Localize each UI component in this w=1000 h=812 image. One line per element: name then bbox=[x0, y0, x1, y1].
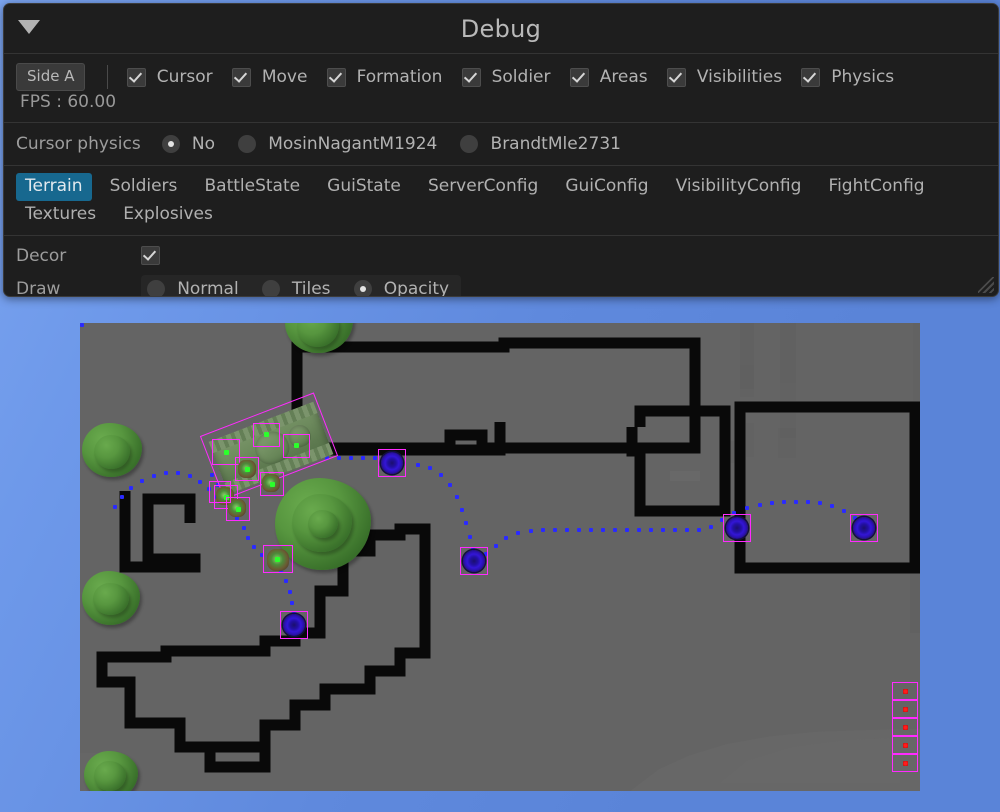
checkbox-move[interactable]: Move bbox=[231, 67, 308, 88]
explosive-dot bbox=[903, 743, 908, 748]
checkbox-soldier[interactable]: Soldier bbox=[461, 67, 551, 88]
tab-guistate[interactable]: GuiState bbox=[318, 173, 410, 201]
decor-checkbox[interactable] bbox=[141, 246, 161, 266]
tab-fightconfig[interactable]: FightConfig bbox=[820, 173, 934, 201]
waypoint-bounding-box bbox=[280, 611, 308, 639]
explosive-marker[interactable] bbox=[892, 736, 918, 754]
radio-dot-brandt[interactable] bbox=[460, 135, 479, 154]
soldier-bounding-box bbox=[209, 481, 231, 503]
radio-draw-normal[interactable]: Normal bbox=[147, 278, 239, 297]
radio-dot-opacity[interactable] bbox=[353, 279, 372, 296]
explosive-marker[interactable] bbox=[892, 682, 918, 700]
checkbox-formation-box[interactable] bbox=[326, 67, 346, 87]
checkbox-physics-box[interactable] bbox=[801, 67, 821, 87]
cursor-physics-row: Cursor physics No MosinNagantM1924 Brand… bbox=[4, 123, 998, 167]
radio-cursor-physics-mosin[interactable]: MosinNagantM1924 bbox=[238, 134, 438, 155]
waypoint-bounding-box bbox=[850, 514, 878, 542]
waypoint-bounding-box bbox=[723, 514, 751, 542]
explosive-marker[interactable] bbox=[892, 718, 918, 736]
radio-label-tiles: Tiles bbox=[291, 278, 331, 297]
tank-anchor-dot bbox=[294, 443, 299, 448]
checkbox-physics-label: Physics bbox=[831, 67, 895, 88]
radio-dot-mosin[interactable] bbox=[238, 135, 257, 154]
explosive-dot bbox=[903, 707, 908, 712]
checkbox-move-box[interactable] bbox=[231, 67, 251, 87]
explosive-dot bbox=[903, 725, 908, 730]
tab-explosives[interactable]: Explosives bbox=[114, 201, 222, 229]
soldier-center-dot bbox=[275, 557, 280, 562]
checkbox-formation-label: Formation bbox=[356, 67, 443, 88]
checkbox-cursor-label: Cursor bbox=[156, 67, 213, 88]
checkbox-visibilities-label: Visibilities bbox=[696, 67, 783, 88]
game-map-viewport[interactable] bbox=[80, 323, 920, 791]
debug-window[interactable]: Debug Side A Cursor Move Formation Soldi… bbox=[3, 3, 999, 297]
radio-dot-normal[interactable] bbox=[147, 279, 166, 296]
explosive-marker[interactable] bbox=[892, 754, 918, 772]
tab-soldiers[interactable]: Soldiers bbox=[101, 173, 187, 201]
window-titlebar[interactable]: Debug bbox=[4, 4, 998, 54]
checkbox-formation[interactable]: Formation bbox=[326, 67, 443, 88]
radio-dot-no[interactable] bbox=[161, 135, 180, 154]
decor-label: Decor bbox=[16, 245, 67, 266]
draw-row: Draw Normal Tiles Opacity bbox=[4, 273, 998, 297]
fps-counter: FPS : 60.00 bbox=[20, 91, 117, 112]
toolbar-divider bbox=[106, 65, 108, 89]
explosive-dot bbox=[903, 689, 908, 694]
radio-cursor-physics-brandt[interactable]: BrandtMle2731 bbox=[460, 134, 621, 155]
tab-guiconfig[interactable]: GuiConfig bbox=[556, 173, 657, 201]
radio-label-mosin: MosinNagantM1924 bbox=[268, 134, 438, 155]
tank-anchor-dot bbox=[224, 450, 229, 455]
tab-visibilityconfig[interactable]: VisibilityConfig bbox=[667, 173, 811, 201]
waypoint-bounding-box bbox=[378, 449, 406, 477]
radio-dot-tiles[interactable] bbox=[261, 279, 280, 296]
radio-label-normal: Normal bbox=[177, 278, 239, 297]
checkbox-visibilities[interactable]: Visibilities bbox=[666, 67, 783, 88]
checkbox-cursor-box[interactable] bbox=[126, 67, 146, 87]
radio-draw-tiles[interactable]: Tiles bbox=[261, 278, 331, 297]
tab-battlestate[interactable]: BattleState bbox=[195, 173, 309, 201]
window-title: Debug bbox=[460, 15, 542, 43]
checkbox-areas[interactable]: Areas bbox=[569, 67, 648, 88]
toolbar-row: Side A Cursor Move Formation Soldier Are… bbox=[4, 54, 998, 123]
soldier-center-dot bbox=[245, 467, 250, 472]
wall-outlines bbox=[96, 337, 920, 773]
radio-label-no: No bbox=[191, 134, 216, 155]
radio-label-opacity: Opacity bbox=[383, 278, 450, 297]
radio-cursor-physics-no[interactable]: No bbox=[161, 134, 216, 155]
checkbox-soldier-label: Soldier bbox=[491, 67, 551, 88]
soldier-center-dot bbox=[236, 507, 241, 512]
tank-anchor-dot bbox=[264, 432, 269, 437]
resize-grip-icon[interactable] bbox=[978, 277, 994, 293]
cursor-physics-label: Cursor physics bbox=[16, 134, 141, 154]
tab-bar: Terrain Soldiers BattleState GuiState Se… bbox=[4, 166, 998, 237]
tab-serverconfig[interactable]: ServerConfig bbox=[419, 173, 547, 201]
radio-draw-opacity[interactable]: Opacity bbox=[353, 278, 450, 297]
checkbox-cursor[interactable]: Cursor bbox=[126, 67, 213, 88]
explosive-dot bbox=[903, 761, 908, 766]
draw-options-group: Normal Tiles Opacity bbox=[141, 274, 462, 297]
draw-label: Draw bbox=[16, 278, 61, 297]
checkbox-areas-label: Areas bbox=[599, 67, 648, 88]
checkbox-visibilities-box[interactable] bbox=[666, 67, 686, 87]
checkbox-soldier-box[interactable] bbox=[461, 67, 481, 87]
waypoint-bounding-box bbox=[460, 547, 488, 575]
tab-textures[interactable]: Textures bbox=[16, 201, 105, 229]
soldier-center-dot bbox=[270, 482, 275, 487]
radio-label-brandt: BrandtMle2731 bbox=[490, 134, 621, 155]
checkbox-move-label: Move bbox=[261, 67, 308, 88]
side-toggle-button[interactable]: Side A bbox=[16, 63, 86, 91]
tab-terrain[interactable]: Terrain bbox=[16, 173, 92, 202]
decor-row: Decor bbox=[4, 236, 998, 273]
explosive-marker[interactable] bbox=[892, 700, 918, 718]
checkbox-areas-box[interactable] bbox=[569, 67, 589, 87]
checkbox-physics[interactable]: Physics bbox=[801, 67, 895, 88]
